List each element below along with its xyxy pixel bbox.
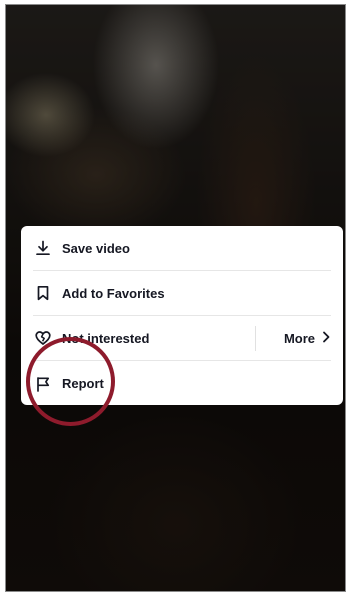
menu-item-label: Not interested <box>62 330 150 346</box>
download-icon <box>33 238 53 258</box>
menu-item-label: Save video <box>62 240 130 256</box>
menu-item-report[interactable]: Report <box>33 361 331 406</box>
flag-icon <box>33 374 53 394</box>
broken-heart-icon <box>33 328 53 348</box>
menu-item-save-video[interactable]: Save video <box>33 226 331 271</box>
long-press-menu: Save video Add to Favorites Not interest… <box>21 226 343 405</box>
more-label: More <box>283 331 315 346</box>
chevron-right-icon <box>321 330 331 348</box>
bookmark-icon <box>33 283 53 303</box>
more-button[interactable]: More <box>284 316 331 361</box>
menu-item-label: Report <box>62 376 104 391</box>
menu-item-label: Add to Favorites <box>62 285 165 301</box>
menu-divider <box>255 326 256 351</box>
menu-item-not-interested[interactable]: Not interested More <box>33 316 331 361</box>
menu-item-add-to-favorites[interactable]: Add to Favorites <box>33 271 331 316</box>
video-frame: Save video Add to Favorites Not interest… <box>5 4 346 592</box>
